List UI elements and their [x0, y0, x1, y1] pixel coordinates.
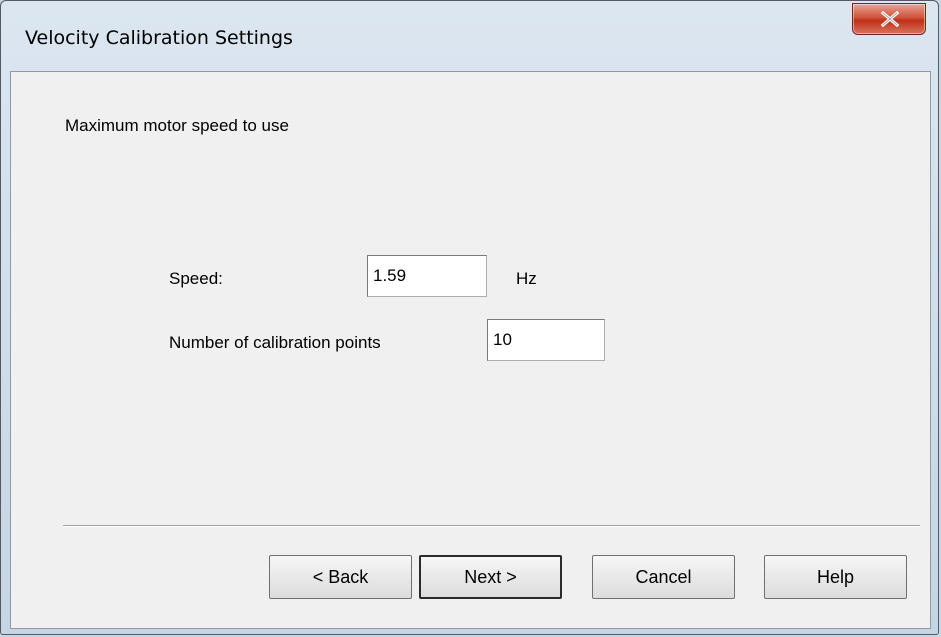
cancel-button[interactable]: Cancel: [592, 555, 735, 599]
close-icon: [880, 11, 900, 27]
close-button[interactable]: [852, 3, 926, 35]
help-button[interactable]: Help: [764, 555, 907, 599]
speed-input[interactable]: [367, 255, 487, 297]
title-bar[interactable]: Velocity Calibration Settings: [1, 1, 938, 49]
button-separator: [63, 525, 920, 527]
speed-label: Speed:: [169, 269, 223, 288]
section-heading: Maximum motor speed to use: [65, 116, 289, 135]
back-button[interactable]: < Back: [269, 555, 412, 599]
window-title: Velocity Calibration Settings: [25, 27, 293, 49]
calibration-points-input[interactable]: [487, 319, 605, 361]
speed-unit-label: Hz: [516, 269, 537, 288]
dialog-window: Velocity Calibration Settings Maximum mo…: [0, 0, 939, 635]
next-button[interactable]: Next >: [419, 555, 562, 599]
dialog-body: Maximum motor speed to use Speed: Hz Num…: [10, 71, 931, 629]
calibration-points-label: Number of calibration points: [169, 333, 381, 352]
